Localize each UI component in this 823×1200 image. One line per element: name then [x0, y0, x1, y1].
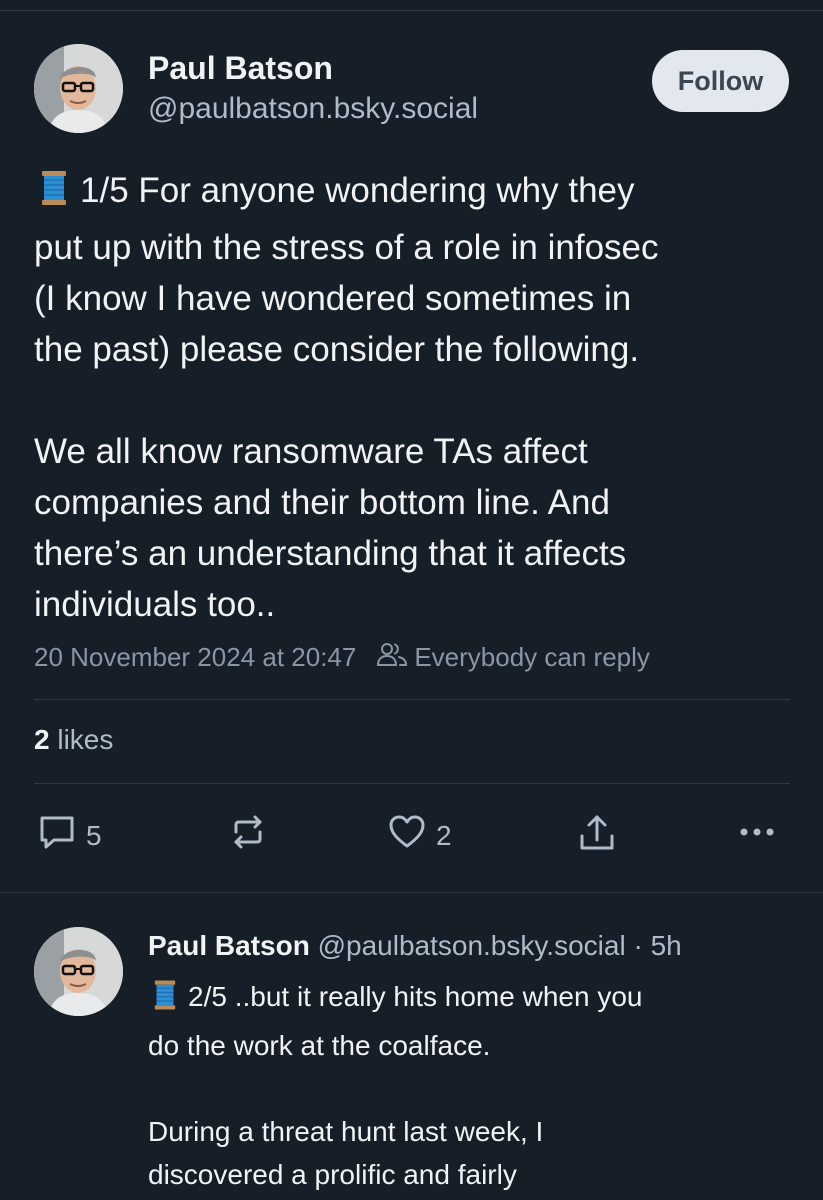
reply-icon [36, 812, 78, 859]
post-text-line: there’s an understanding that it affects [34, 534, 627, 573]
repost-button[interactable] [228, 812, 268, 859]
share-icon [577, 812, 617, 861]
reply-header: Paul Batson @paulbatson.bsky.social · 5h [148, 930, 682, 962]
more-options-button[interactable] [736, 812, 778, 859]
avatar[interactable] [34, 44, 123, 133]
likes-label: likes [57, 724, 114, 755]
reply-age[interactable]: 5h [651, 930, 682, 961]
spool-of-thread-icon [148, 978, 182, 1024]
post-text-line: put up with the stress of a role in info… [34, 228, 659, 267]
reply-button[interactable]: 5 [36, 812, 102, 859]
avatar[interactable] [34, 927, 123, 1016]
reply-text-line: 2/5 ..but it really hits home when you [148, 975, 808, 1024]
avatar-photo [34, 927, 123, 1016]
reply-text: 2/5 ..but it really hits home when you d… [148, 975, 808, 1196]
like-count: 2 [436, 819, 452, 851]
post-text-line: individuals too.. [34, 585, 276, 624]
people-icon [376, 640, 408, 675]
main-post: Paul Batson @paulbatson.bsky.social Foll… [0, 0, 823, 892]
reply-author-handle[interactable]: @paulbatson.bsky.social [318, 930, 626, 961]
post-text: 1/5 For anyone wondering why they put up… [34, 165, 794, 630]
section-divider [0, 892, 823, 893]
author-handle[interactable]: @paulbatson.bsky.social [148, 92, 478, 126]
reply-author-display-name[interactable]: Paul Batson [148, 930, 310, 961]
likes-summary[interactable]: 2 likes [34, 724, 113, 756]
more-icon [736, 812, 778, 859]
reply-text-line: do the work at the coalface. [148, 1030, 491, 1061]
divider [34, 699, 790, 700]
reply-text-line: During a threat hunt last week, I [148, 1116, 544, 1147]
post-timestamp[interactable]: 20 November 2024 at 20:47 [34, 642, 356, 673]
post-text-line: the past) please consider the following. [34, 330, 640, 369]
author-display-name[interactable]: Paul Batson [148, 50, 333, 87]
avatar-photo [34, 44, 123, 133]
post-text-line: (I know I have wondered sometimes in [34, 279, 632, 318]
follow-button[interactable]: Follow [652, 50, 789, 112]
post-text-segment: 1/5 For anyone wondering why they [80, 171, 635, 210]
like-button[interactable]: 2 [386, 812, 452, 859]
reply-count: 5 [86, 819, 102, 851]
reply-separator: · [633, 930, 643, 961]
repost-icon [228, 812, 268, 859]
post-meta: 20 November 2024 at 20:47 Everybody can … [34, 640, 650, 675]
divider [34, 783, 790, 784]
post-thread-view: Paul Batson @paulbatson.bsky.social Foll… [0, 0, 823, 1200]
heart-icon [386, 812, 428, 859]
spool-of-thread-icon [34, 168, 74, 222]
post-text-line: companies and their bottom line. And [34, 483, 610, 522]
post-text-line: We all know ransomware TAs affect [34, 432, 588, 471]
reply-text-segment: 2/5 ..but it really hits home when you [188, 981, 643, 1012]
share-button[interactable] [577, 812, 617, 861]
post-text-line: 1/5 For anyone wondering why they [34, 165, 794, 222]
reply-text-line: discovered a prolific and fairly [148, 1159, 517, 1190]
likes-count: 2 [34, 724, 50, 755]
reply-setting: Everybody can reply [414, 642, 650, 672]
